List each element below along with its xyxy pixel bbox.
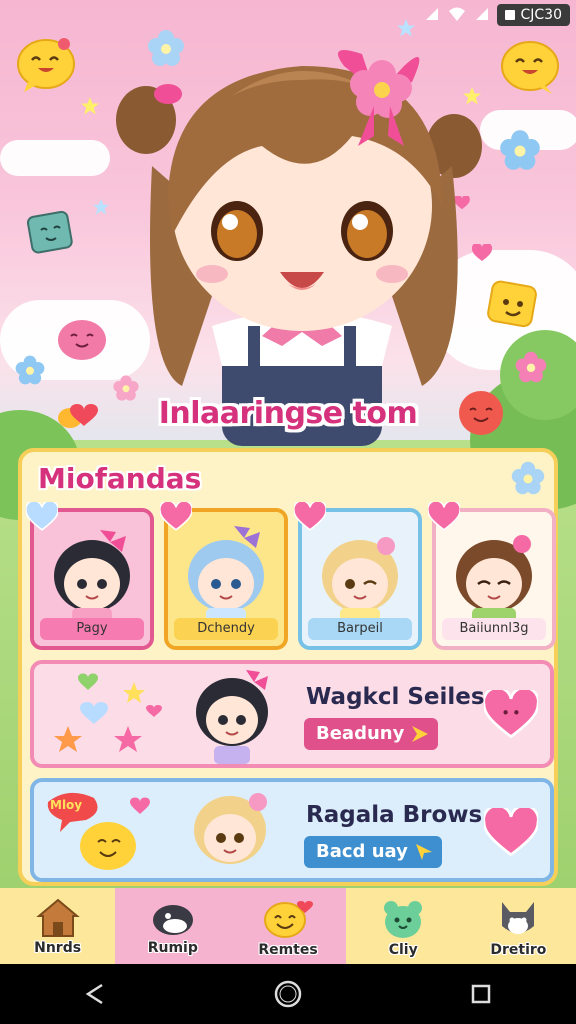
tab-label: Dretiro xyxy=(490,942,547,958)
house-icon xyxy=(35,898,80,937)
star-icon xyxy=(92,198,110,215)
heart-icon xyxy=(160,502,192,531)
heart-icon xyxy=(26,502,58,531)
app-screen: CJC30 Inlaaringse tom Miofandas Pagy Dch… xyxy=(0,0,576,1024)
signal-icon xyxy=(426,8,438,20)
tab-dretiro[interactable]: Dretiro xyxy=(460,888,576,964)
flower-icon xyxy=(500,130,540,170)
card-label: Pagy xyxy=(40,618,144,640)
sparkle-icon xyxy=(412,726,429,742)
character-card[interactable]: Baiiunnl3g xyxy=(428,502,556,650)
banner-button-label: Bacd uay xyxy=(316,841,408,862)
cursor-icon xyxy=(415,844,432,860)
event-banner[interactable]: Mloy Ragala Brows Bacd uay xyxy=(30,778,554,882)
tab-rumip[interactable]: Rumip xyxy=(115,888,231,964)
smiley-speech-sticker xyxy=(501,41,559,94)
banner-button[interactable]: Beaduny xyxy=(304,718,439,750)
banner-title: Wagkcl Seiles xyxy=(306,684,485,710)
heart-icon xyxy=(294,502,326,531)
heart-icon xyxy=(484,808,538,857)
tab-home[interactable]: Nnrds xyxy=(0,888,116,964)
tab-label: Rumip xyxy=(147,940,198,956)
bear-icon xyxy=(384,901,423,938)
character-card[interactable]: Pagy xyxy=(26,502,154,650)
banner-button-label: Beaduny xyxy=(316,723,405,744)
star-icon xyxy=(397,19,415,37)
collection-panel: Miofandas Pagy Dchendy Barpeil Baiiunnl3… xyxy=(18,448,558,886)
character-cards: Pagy Dchendy Barpeil Baiiunnl3g xyxy=(26,502,556,652)
star-icon xyxy=(81,97,99,115)
blob-face-sticker xyxy=(58,320,106,360)
recents-icon[interactable] xyxy=(470,983,492,1005)
smiley-icon xyxy=(264,901,313,938)
flower-icon xyxy=(515,351,547,383)
tab-remtes[interactable]: Remtes xyxy=(230,888,346,964)
heart-face-icon xyxy=(484,690,538,739)
character-card[interactable]: Barpeil xyxy=(294,502,422,650)
block-face-sticker xyxy=(26,210,73,254)
block-face-sticker xyxy=(487,280,537,328)
card-label: Baiiunnl3g xyxy=(442,618,546,640)
hero-character xyxy=(116,50,482,446)
panel-title: Miofandas xyxy=(38,462,202,495)
system-nav-bar xyxy=(0,964,576,1024)
status-time-text: CJC30 xyxy=(520,7,563,23)
home-icon[interactable] xyxy=(274,980,302,1008)
orca-icon xyxy=(152,905,193,935)
flower-icon xyxy=(511,461,545,495)
status-bar: CJC30 xyxy=(0,0,576,30)
notification-icon xyxy=(504,10,515,20)
banner-art xyxy=(54,670,268,764)
bottom-tab-bar: Nnrds Rumip Remtes Cliy Dretiro xyxy=(0,888,576,964)
status-time: CJC30 xyxy=(496,4,570,26)
cat-icon xyxy=(502,902,535,934)
wifi-icon xyxy=(449,7,465,21)
tab-label: Remtes xyxy=(258,942,318,958)
status-icons xyxy=(424,6,490,22)
back-icon[interactable] xyxy=(84,982,106,1006)
event-banner[interactable]: Wagkcl Seiles Beaduny xyxy=(30,660,554,768)
banner-sticker-text: Mloy xyxy=(50,798,83,812)
banner-button[interactable]: Bacd uay xyxy=(304,836,442,868)
tab-label: Nnrds xyxy=(34,940,82,956)
cloud-decoration xyxy=(0,140,110,176)
card-label: Barpeil xyxy=(308,618,412,640)
character-card[interactable]: Dchendy xyxy=(160,502,288,650)
hero-title: Inlaaringse tom xyxy=(158,396,418,431)
flower-icon xyxy=(15,355,45,385)
cellular-icon xyxy=(476,8,488,20)
banner-title: Ragala Brows xyxy=(306,802,483,828)
card-label: Dchendy xyxy=(174,618,278,640)
smiley-speech-sticker xyxy=(17,38,75,92)
heart-icon xyxy=(428,502,460,531)
tab-label: Cliy xyxy=(388,942,418,958)
tab-cliy[interactable]: Cliy xyxy=(345,888,461,964)
